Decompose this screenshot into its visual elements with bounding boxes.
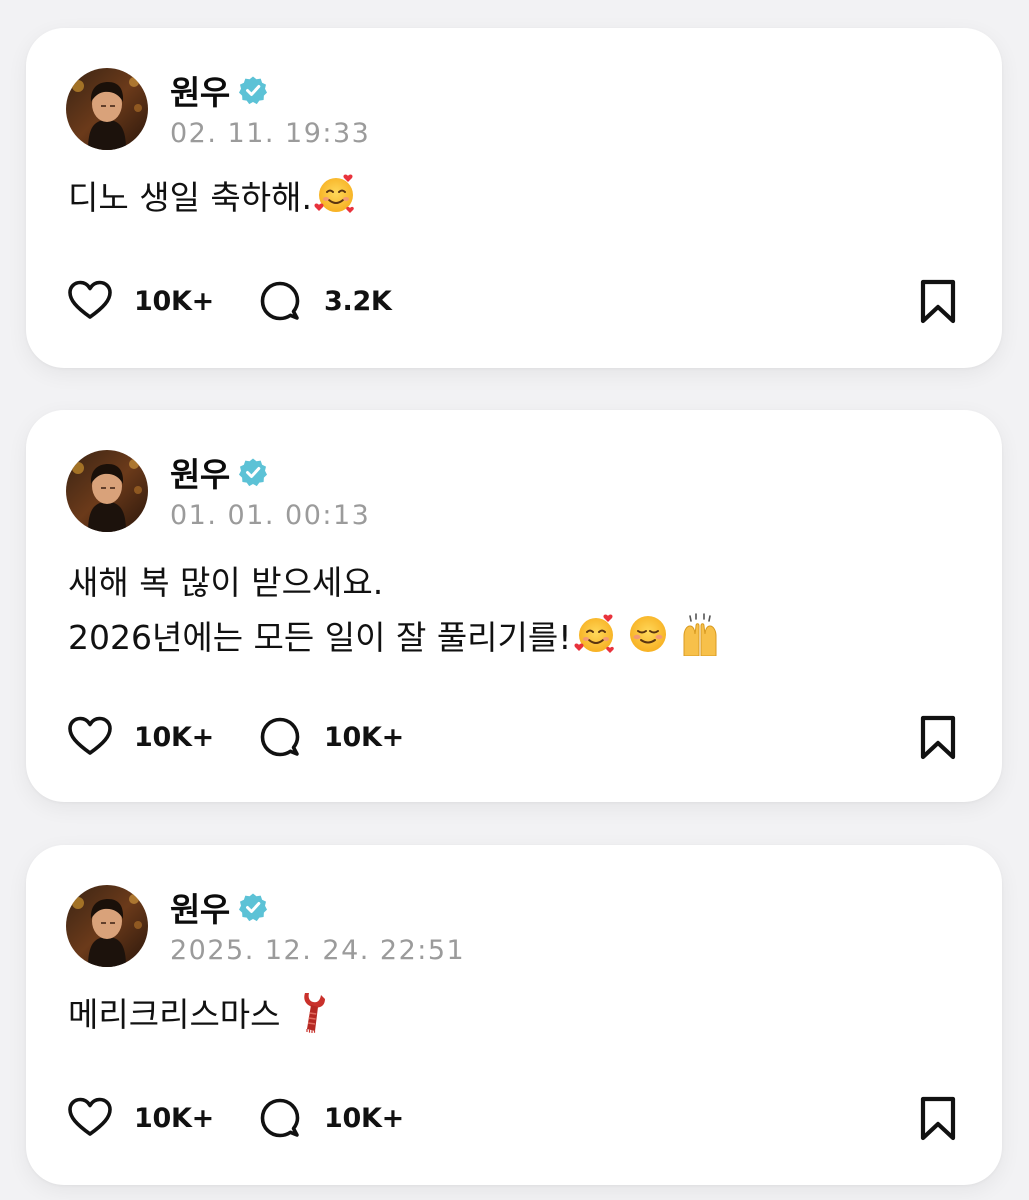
post-timestamp: 2025. 12. 24. 22:51 — [170, 935, 466, 966]
verified-badge-icon — [238, 892, 268, 922]
post-timestamp: 01. 01. 00:13 — [170, 500, 371, 531]
like-button[interactable]: 10K+ — [66, 713, 256, 761]
bookmark-outline-icon[interactable] — [914, 1094, 962, 1142]
scarf-icon — [293, 989, 337, 1033]
comment-button[interactable]: 10K+ — [256, 1094, 404, 1142]
like-count: 10K+ — [134, 285, 214, 317]
comment-count: 10K+ — [324, 1102, 404, 1134]
heart-outline-icon[interactable] — [66, 713, 114, 761]
like-button[interactable]: 10K+ — [66, 1094, 256, 1142]
post-text: 메리크리스마스 — [68, 989, 337, 1040]
bookmark-outline-icon[interactable] — [914, 277, 962, 325]
speech-bubble-icon[interactable] — [256, 1094, 304, 1142]
heart-outline-icon[interactable] — [66, 1094, 114, 1142]
post-text-line: 메리크리스마스 — [68, 995, 292, 1034]
smiling-face-with-hearts-icon — [574, 612, 618, 656]
post-actions: 10K+ 10K+ — [66, 713, 962, 761]
raising-hands-icon — [678, 612, 722, 656]
like-count: 10K+ — [134, 1102, 214, 1134]
speech-bubble-icon[interactable] — [256, 713, 304, 761]
author-row: 원우 — [170, 68, 268, 112]
speech-bubble-icon[interactable] — [256, 277, 304, 325]
verified-badge-icon — [238, 457, 268, 487]
post-actions: 10K+ 3.2K — [66, 277, 962, 325]
post-card[interactable]: 원우 01. 01. 00:13 새해 복 많이 받으세요. 2026년에는 모든… — [26, 410, 1002, 802]
post-timestamp: 02. 11. 19:33 — [170, 118, 371, 149]
post-card[interactable]: 원우 02. 11. 19:33 디노 생일 축하해. 10K+ 3.2K — [26, 28, 1002, 368]
post-card[interactable]: 원우 2025. 12. 24. 22:51 메리크리스마스 10K+ 10K+ — [26, 845, 1002, 1185]
author-name[interactable]: 원우 — [170, 883, 230, 931]
post-text-line: 새해 복 많이 받으세요. — [68, 563, 384, 602]
smiling-face-with-hearts-icon — [314, 172, 358, 216]
verified-badge-icon — [238, 75, 268, 105]
avatar[interactable] — [66, 450, 148, 532]
comment-count: 3.2K — [324, 285, 392, 317]
comment-count: 10K+ — [324, 721, 404, 753]
like-count: 10K+ — [134, 721, 214, 753]
post-text: 새해 복 많이 받으세요. 2026년에는 모든 일이 잘 풀리기를! — [68, 558, 722, 663]
heart-outline-icon[interactable] — [66, 277, 114, 325]
author-name[interactable]: 원우 — [170, 448, 230, 496]
bookmark-outline-icon[interactable] — [914, 713, 962, 761]
smiling-face-icon — [626, 612, 670, 656]
comment-button[interactable]: 3.2K — [256, 277, 392, 325]
author-name[interactable]: 원우 — [170, 66, 230, 114]
post-text-line: 디노 생일 축하해. — [68, 178, 312, 217]
post-text-line: 2026년에는 모든 일이 잘 풀리기를! — [68, 618, 572, 657]
post-text: 디노 생일 축하해. — [68, 172, 358, 223]
post-actions: 10K+ 10K+ — [66, 1094, 962, 1142]
avatar[interactable] — [66, 68, 148, 150]
author-row: 원우 — [170, 450, 268, 494]
like-button[interactable]: 10K+ — [66, 277, 256, 325]
comment-button[interactable]: 10K+ — [256, 713, 404, 761]
avatar[interactable] — [66, 885, 148, 967]
author-row: 원우 — [170, 885, 268, 929]
